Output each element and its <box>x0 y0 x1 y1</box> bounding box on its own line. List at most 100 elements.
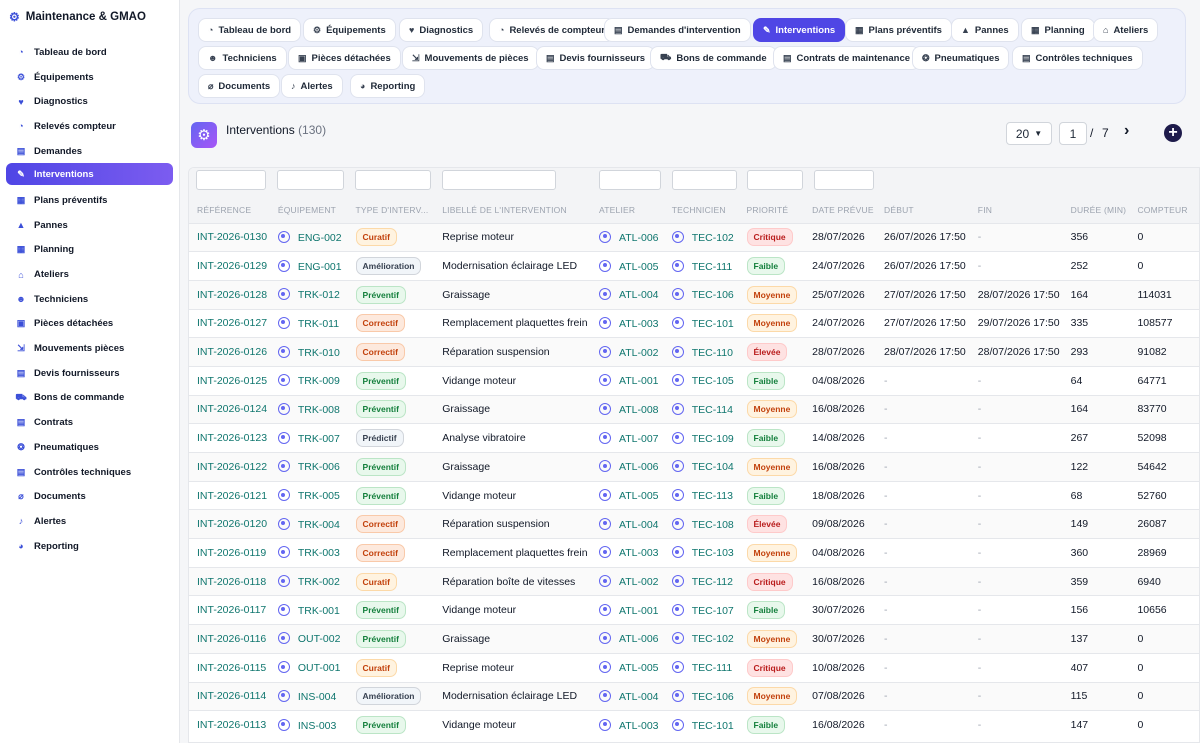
tab-reporting[interactable]: ◕ Reporting <box>350 74 426 98</box>
reference-link[interactable]: INT-2026-0119 <box>197 547 266 559</box>
tab-mouvements-de-pieces[interactable]: ⇲ Mouvements de pièces <box>402 46 539 70</box>
reference-link[interactable]: INT-2026-0127 <box>197 317 267 329</box>
tab-planning[interactable]: ▦ Planning <box>1021 18 1095 42</box>
workshop-link[interactable]: ATL-004 <box>619 519 659 531</box>
reference-link[interactable]: INT-2026-0129 <box>197 260 267 272</box>
sidebar-item-devis-fournisseurs[interactable]: ▤ Devis fournisseurs <box>6 361 173 386</box>
filter-technicien-input[interactable] <box>672 170 737 190</box>
workshop-link[interactable]: ATL-006 <box>619 633 659 645</box>
equipment-link[interactable]: TRK-008 <box>298 404 340 416</box>
filter-date-input[interactable] <box>814 170 874 190</box>
table-row[interactable]: INT-2026-0119 TRK-003 Correctif Remplacemen… <box>189 538 1199 568</box>
reference-link[interactable]: INT-2026-0128 <box>197 289 267 301</box>
sidebar-item-techniciens[interactable]: ☻ Techniciens <box>6 287 173 312</box>
reference-link[interactable]: INT-2026-0124 <box>197 403 267 415</box>
column-header[interactable]: DATE PRÉVUE <box>804 198 877 223</box>
column-header[interactable]: DURÉE (MIN) <box>1062 198 1130 223</box>
reference-link[interactable]: INT-2026-0121 <box>197 490 267 502</box>
workshop-link[interactable]: ATL-005 <box>619 662 659 674</box>
technician-link[interactable]: TEC-113 <box>692 490 733 502</box>
sidebar-item-mouvements-pieces[interactable]: ⇲ Mouvements pièces <box>6 336 173 361</box>
workshop-link[interactable]: ATL-003 <box>619 720 659 732</box>
workshop-link[interactable]: ATL-001 <box>619 375 659 387</box>
sidebar-item-contrats[interactable]: ▤ Contrats <box>6 410 173 435</box>
equipment-link[interactable]: TRK-005 <box>298 490 340 502</box>
tab-diagnostics[interactable]: ♥ Diagnostics <box>399 18 484 42</box>
tab-interventions[interactable]: ✎ Interventions <box>753 18 846 42</box>
tab-contrats-de-maintenance[interactable]: ▤ Contrats de maintenance <box>773 46 921 70</box>
reference-link[interactable]: INT-2026-0123 <box>197 432 267 444</box>
sidebar-item-ateliers[interactable]: ⌂ Ateliers <box>6 262 173 287</box>
sidebar-item-pannes[interactable]: ▲ Pannes <box>6 213 173 238</box>
tab-pannes[interactable]: ▲ Pannes <box>951 18 1019 42</box>
reference-link[interactable]: INT-2026-0126 <box>197 346 267 358</box>
technician-link[interactable]: TEC-104 <box>692 461 734 473</box>
tab-bons-de-commande[interactable]: ⛟ Bons de commande <box>650 46 777 70</box>
reference-link[interactable]: INT-2026-0120 <box>197 518 267 530</box>
add-intervention-button[interactable]: + <box>1164 124 1182 142</box>
column-header[interactable]: ATELIER <box>591 198 664 223</box>
technician-link[interactable]: TEC-102 <box>692 232 734 244</box>
technician-link[interactable]: TEC-101 <box>692 318 734 330</box>
technician-link[interactable]: TEC-108 <box>692 519 734 531</box>
reference-link[interactable]: INT-2026-0115 <box>197 662 266 674</box>
workshop-link[interactable]: ATL-004 <box>619 289 659 301</box>
workshop-link[interactable]: ATL-005 <box>619 261 659 273</box>
equipment-link[interactable]: ENG-002 <box>298 232 342 244</box>
technician-link[interactable]: TEC-103 <box>692 547 734 559</box>
equipment-link[interactable]: TRK-012 <box>298 289 340 301</box>
technician-link[interactable]: TEC-111 <box>692 261 732 273</box>
table-row[interactable]: INT-2026-0127 TRK-011 Correctif Remplacemen… <box>189 308 1199 338</box>
filter-atelier-input[interactable] <box>599 170 661 190</box>
workshop-link[interactable]: ATL-006 <box>619 461 659 473</box>
workshop-link[interactable]: ATL-008 <box>619 404 659 416</box>
equipment-link[interactable]: OUT-001 <box>298 662 341 674</box>
column-header[interactable]: LIBELLÉ DE L'INTERVENTION <box>434 198 592 223</box>
sidebar-item-equipements[interactable]: ⚙ Équipements <box>6 65 173 90</box>
tab-pneumatiques[interactable]: ❂ Pneumatiques <box>912 46 1010 70</box>
technician-link[interactable]: TEC-105 <box>692 375 734 387</box>
tab-equipements[interactable]: ⚙ Équipements <box>303 18 396 42</box>
tab-documents[interactable]: ⌀ Documents <box>198 74 281 98</box>
next-page-button[interactable]: › <box>1124 122 1129 140</box>
workshop-link[interactable]: ATL-006 <box>619 232 659 244</box>
table-row[interactable]: INT-2026-0128 TRK-012 Préventif Graissage AT… <box>189 279 1199 310</box>
workshop-link[interactable]: ATL-003 <box>619 547 659 559</box>
technician-link[interactable]: TEC-111 <box>692 662 732 674</box>
equipment-link[interactable]: TRK-003 <box>298 547 340 559</box>
filter-priorite-input[interactable] <box>747 170 803 190</box>
equipment-link[interactable]: TRK-001 <box>298 605 340 617</box>
column-header[interactable]: COMPTEUR <box>1129 198 1199 223</box>
tab-plans-preventifs[interactable]: ▦ Plans préventifs <box>845 18 952 42</box>
sidebar-item-interventions[interactable]: ✎ Interventions <box>6 163 173 186</box>
column-header[interactable]: TYPE D'INTERV... <box>347 198 435 223</box>
workshop-link[interactable]: ATL-002 <box>619 347 659 359</box>
sidebar-item-demandes[interactable]: ▤ Demandes <box>6 139 173 164</box>
workshop-link[interactable]: ATL-001 <box>619 605 659 617</box>
table-row[interactable]: INT-2026-0126 TRK-010 Correctif Réparation … <box>189 337 1199 367</box>
reference-link[interactable]: INT-2026-0113 <box>197 719 266 731</box>
column-header[interactable]: PRIORITÉ <box>738 198 805 223</box>
reference-link[interactable]: INT-2026-0122 <box>197 461 267 473</box>
filter-equipement-input[interactable] <box>277 170 344 190</box>
sidebar-item-releves-compteur[interactable]: ◔ Relevés compteur <box>6 114 173 139</box>
sidebar-item-plans-preventifs[interactable]: ▦ Plans préventifs <box>6 188 173 213</box>
sidebar-item-reporting[interactable]: ◕ Reporting <box>6 534 173 559</box>
table-row[interactable]: INT-2026-0121 TRK-005 Préventif Vidange mot… <box>189 480 1199 510</box>
table-row[interactable]: INT-2026-0116 OUT-002 Préventif Graissage AT… <box>189 624 1199 654</box>
equipment-link[interactable]: TRK-010 <box>298 347 340 359</box>
technician-link[interactable]: TEC-106 <box>692 691 734 703</box>
column-header[interactable]: FIN <box>969 198 1063 223</box>
reference-link[interactable]: INT-2026-0117 <box>197 604 266 616</box>
table-row[interactable]: INT-2026-0118 TRK-002 Curatif Réparation bo… <box>189 566 1199 596</box>
technician-link[interactable]: TEC-102 <box>692 633 734 645</box>
filter-type-input[interactable] <box>355 170 431 190</box>
table-row[interactable]: INT-2026-0120 TRK-004 Correctif Réparation … <box>189 509 1199 539</box>
sidebar-item-documents[interactable]: ⌀ Documents <box>6 484 173 509</box>
workshop-link[interactable]: ATL-003 <box>619 318 659 330</box>
column-header[interactable]: RÉFÉRENCE <box>189 198 270 223</box>
equipment-link[interactable]: OUT-002 <box>298 633 341 645</box>
technician-link[interactable]: TEC-114 <box>692 404 733 416</box>
tab-demandes-d-intervention[interactable]: ▤ Demandes d'intervention <box>604 18 751 42</box>
reference-link[interactable]: INT-2026-0118 <box>197 576 266 588</box>
